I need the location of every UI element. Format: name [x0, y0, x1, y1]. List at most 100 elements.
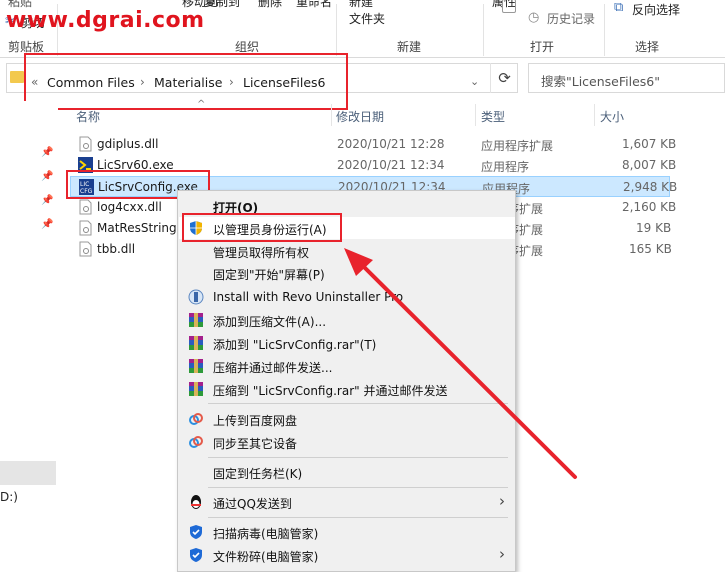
menu-item-pin-taskbar[interactable]: 固定到任务栏(K) — [179, 461, 515, 483]
file-name[interactable]: MatResString. — [97, 221, 180, 235]
file-type: 应用程序扩展 — [481, 139, 554, 153]
rename-label[interactable]: 重命名 — [296, 0, 332, 10]
tencent-pc-manager-icon — [190, 525, 202, 539]
menu-label: 管理员取得所有权 — [213, 246, 310, 260]
file-row[interactable]: gdiplus.dll 2020/10/21 12:28 应用程序扩展 1,60… — [70, 134, 676, 155]
sort-up-icon: ^ — [197, 99, 206, 110]
select-group-label: 选择 — [635, 40, 660, 54]
menu-item-send-qq[interactable]: 通过QQ发送到 › — [179, 491, 515, 513]
baidu-netdisk-icon — [189, 436, 203, 448]
open-group-label: 打开 — [530, 40, 555, 54]
qq-penguin-icon — [191, 495, 201, 509]
menu-separator — [208, 517, 508, 518]
submenu-arrow-icon: › — [499, 492, 505, 510]
chevron-down-icon[interactable]: ⌄ — [470, 75, 479, 88]
tencent-pc-manager-icon — [190, 548, 202, 562]
column-header-date[interactable]: 修改日期 — [336, 108, 384, 125]
column-separator[interactable] — [331, 104, 332, 126]
menu-item-compress-email[interactable]: 压缩并通过邮件发送... — [179, 355, 515, 377]
menu-label: 扫描病毒(电脑管家) — [213, 527, 319, 541]
new-group-label: 新建 — [397, 40, 422, 54]
refresh-icon[interactable]: ⟳ — [490, 63, 518, 93]
dll-icon — [79, 220, 92, 236]
menu-item-upload-baidu[interactable]: 上传到百度网盘 — [179, 408, 515, 430]
winrar-icon — [189, 313, 203, 327]
menu-label: 压缩并通过邮件发送... — [213, 361, 333, 375]
file-name[interactable]: gdiplus.dll — [97, 137, 158, 151]
menu-item-scan-virus[interactable]: 扫描病毒(电脑管家) — [179, 521, 515, 543]
column-header-name[interactable]: 名称 — [76, 108, 100, 125]
search-input[interactable]: 搜索"LicenseFiles6" — [528, 63, 725, 93]
pin-icon[interactable]: 📌 — [41, 219, 53, 230]
file-date: 2020/10/21 12:34 — [337, 158, 445, 172]
file-size: 2,948 KB — [623, 180, 678, 194]
file-date: 2020/10/21 12:28 — [337, 137, 445, 151]
file-size: 165 KB — [629, 242, 672, 256]
column-separator[interactable] — [594, 104, 595, 126]
winrar-icon — [189, 336, 203, 350]
file-name[interactable]: tbb.dll — [97, 242, 135, 256]
menu-highlight-box — [182, 213, 342, 242]
folder-icon — [10, 71, 24, 83]
menu-item-shred[interactable]: 文件粉碎(电脑管家) › — [179, 544, 515, 566]
menu-label: 文件粉碎(电脑管家) — [213, 550, 319, 564]
menu-item-sync-device[interactable]: 同步至其它设备 — [179, 431, 515, 453]
menu-label: 固定到任务栏(K) — [213, 467, 303, 481]
menu-label: Install with Revo Uninstaller Pro — [213, 290, 404, 304]
new-folder-label[interactable]: 文件夹 — [349, 10, 385, 27]
ribbon-separator — [483, 4, 484, 56]
menu-item-take-ownership[interactable]: 管理员取得所有权 — [179, 240, 515, 262]
pin-icon[interactable]: 📌 — [41, 195, 53, 206]
history-icon[interactable]: ◷ — [528, 10, 539, 25]
menu-label: 添加到 "LicSrvConfig.rar"(T) — [213, 338, 377, 352]
file-size: 2,160 KB — [622, 200, 677, 214]
edit-icon[interactable] — [502, 0, 516, 13]
file-size: 19 KB — [636, 221, 672, 235]
menu-label: 固定到"开始"屏幕(P) — [213, 268, 325, 282]
ribbon-separator — [604, 4, 605, 56]
ribbon-separator — [336, 4, 337, 56]
copy-to-label[interactable]: 复制到 — [204, 0, 240, 10]
search-placeholder: 搜索"LicenseFiles6" — [541, 74, 661, 89]
dll-icon — [79, 136, 92, 152]
baidu-netdisk-icon — [189, 413, 203, 425]
pin-icon[interactable]: 📌 — [41, 147, 53, 158]
menu-label: 上传到百度网盘 — [213, 414, 298, 428]
menu-separator — [208, 403, 508, 404]
submenu-arrow-icon: › — [499, 545, 505, 563]
column-header-size[interactable]: 大小 — [600, 108, 624, 125]
dll-icon — [79, 199, 92, 215]
menu-item-add-archive[interactable]: 添加到压缩文件(A)... — [179, 309, 515, 331]
watermark: www.dgrai.com — [6, 8, 205, 33]
file-size: 1,607 KB — [622, 137, 677, 151]
menu-label: 压缩到 "LicSrvConfig.rar" 并通过邮件发送 — [213, 384, 448, 398]
file-size: 8,007 KB — [622, 158, 677, 172]
new-label[interactable]: 新建 — [349, 0, 373, 10]
dll-icon — [79, 241, 92, 257]
invert-selection-icon[interactable]: ⧉ — [614, 0, 623, 15]
menu-label: 添加到压缩文件(A)... — [213, 315, 327, 329]
pin-icon[interactable]: 📌 — [41, 171, 53, 182]
invert-selection-label[interactable]: 反向选择 — [632, 1, 680, 18]
column-separator[interactable] — [475, 104, 476, 126]
menu-item-revo-uninstaller[interactable]: Install with Revo Uninstaller Pro — [179, 286, 515, 308]
menu-item-add-rar[interactable]: 添加到 "LicSrvConfig.rar"(T) — [179, 332, 515, 354]
menu-item-pin-start[interactable]: 固定到"开始"屏幕(P) — [179, 262, 515, 284]
menu-separator — [208, 487, 508, 488]
nav-selected-item[interactable] — [0, 461, 56, 485]
context-menu: 打开(O) 以管理员身份运行(A) 管理员取得所有权 固定到"开始"屏幕(P) … — [177, 190, 516, 572]
history-label[interactable]: 历史记录 — [547, 10, 595, 27]
address-highlight-box — [24, 53, 348, 110]
menu-label: 同步至其它设备 — [213, 437, 298, 451]
menu-item-compress-rar-email[interactable]: 压缩到 "LicSrvConfig.rar" 并通过邮件发送 — [179, 378, 515, 400]
winrar-icon — [189, 382, 203, 396]
nav-drive-label[interactable]: D:) — [0, 490, 18, 504]
file-type: 应用程序 — [481, 160, 530, 174]
winrar-icon — [189, 359, 203, 373]
column-header-type[interactable]: 类型 — [481, 108, 505, 125]
delete-label[interactable]: 删除 — [258, 0, 282, 10]
menu-separator — [208, 457, 508, 458]
file-name[interactable]: log4cxx.dll — [97, 200, 162, 214]
menu-label: 通过QQ发送到 — [213, 497, 292, 511]
revo-icon — [188, 289, 204, 305]
